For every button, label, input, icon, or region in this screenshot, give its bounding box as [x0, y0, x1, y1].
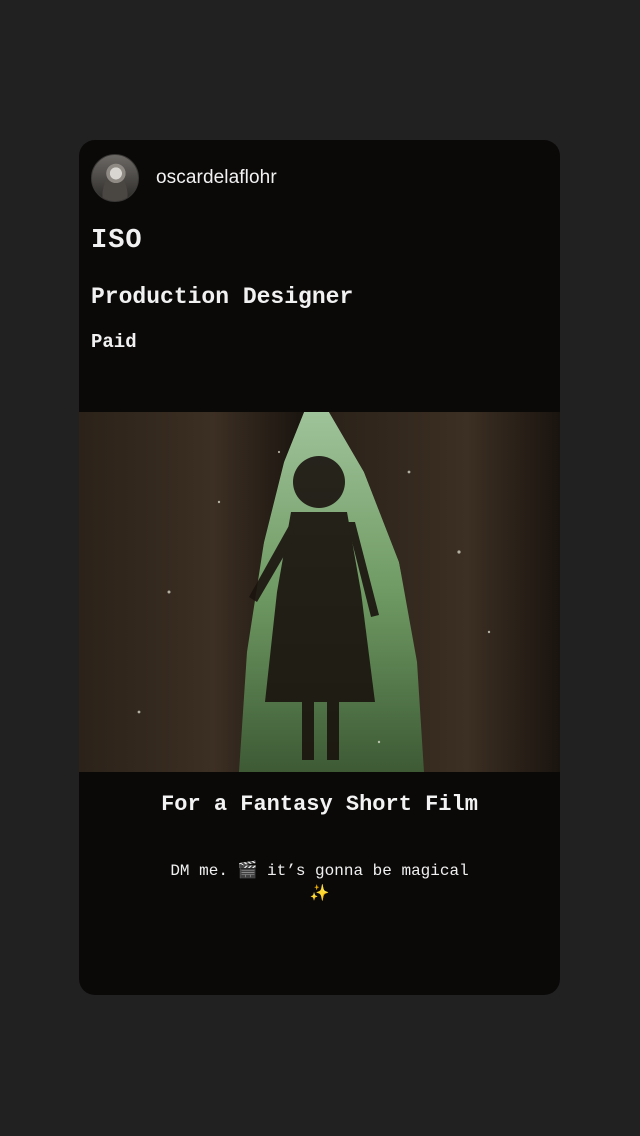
dm-note: DM me. 🎬 it’s gonna be magical ✨ — [170, 862, 469, 903]
username[interactable]: oscardelaflohr — [156, 167, 277, 189]
story-photo — [79, 412, 560, 772]
role-title: Production Designer — [91, 284, 354, 310]
pay-status: Paid — [91, 331, 137, 353]
story-card[interactable]: oscardelaflohr ISO Production Designer P… — [79, 140, 560, 995]
forest-scene — [79, 412, 560, 772]
headline-iso: ISO — [91, 226, 143, 256]
tagline: For a Fantasy Short Film — [161, 792, 478, 817]
avatar[interactable] — [91, 154, 139, 202]
story-header[interactable]: oscardelaflohr — [91, 153, 277, 203]
